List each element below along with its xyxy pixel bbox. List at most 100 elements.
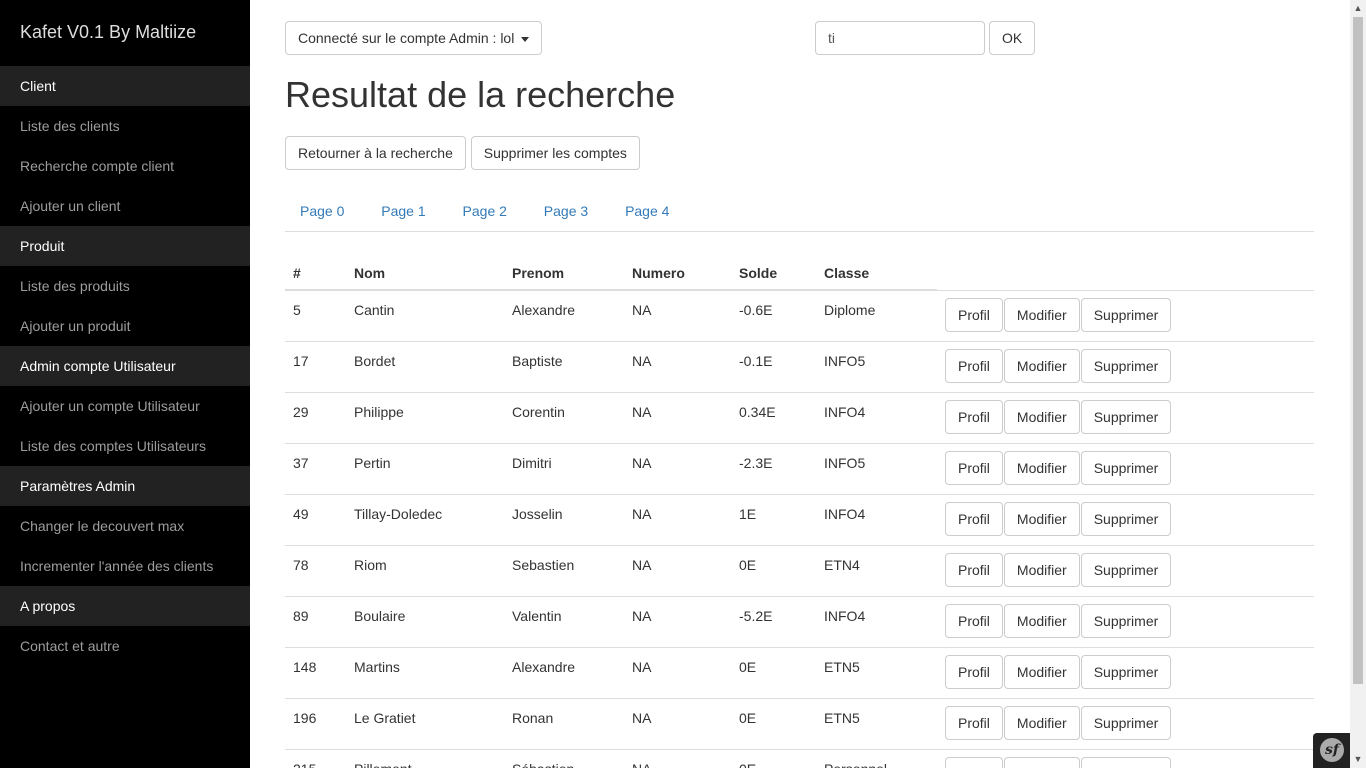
cell-id: 148 <box>285 646 346 698</box>
page-link-3[interactable]: Page 3 <box>529 192 603 230</box>
vertical-scrollbar[interactable]: ▲ ▼ <box>1350 0 1366 768</box>
supprimer-button[interactable]: Supprimer <box>1080 756 1172 768</box>
modifier-button[interactable]: Modifier <box>1003 450 1080 485</box>
cell-nom: Cantin <box>346 289 504 341</box>
caret-down-icon <box>521 36 530 42</box>
page-link-2[interactable]: Page 2 <box>448 192 522 230</box>
page-link-1[interactable]: Page 1 <box>366 192 440 230</box>
arrow-down-icon[interactable]: ▼ <box>1350 751 1366 768</box>
supprimer-button[interactable]: Supprimer <box>1080 654 1172 689</box>
row-actions: ProfilModifierSupprimer <box>937 391 1314 443</box>
account-dropdown-button[interactable]: Connecté sur le compte Admin : lol <box>285 21 543 55</box>
actions-bar: Retourner à la recherche Supprimer les c… <box>285 136 641 170</box>
table-body: 5 Cantin Alexandre NA -0.6E Diplome Profil Modi… <box>285 289 1314 768</box>
search-input[interactable] <box>815 21 985 55</box>
cell-nom: Pillement <box>346 748 504 768</box>
modifier-button[interactable]: Modifier <box>1003 399 1080 434</box>
table-row: 78 Riom Sebastien NA 0E ETN4 Profil Modifier Sup… <box>285 544 1314 596</box>
supprimer-button[interactable]: Supprimer <box>1080 399 1172 434</box>
scrollbar-thumb[interactable] <box>1353 17 1363 684</box>
sidebar-item-contact[interactable]: Contact et autre <box>0 626 250 666</box>
row-actions: ProfilModifierSupprimer <box>937 340 1314 392</box>
modifier-button[interactable]: Modifier <box>1003 501 1080 536</box>
cell-prenom: Sebastien <box>504 544 624 596</box>
profil-button[interactable]: Profil <box>945 654 1003 689</box>
cell-prenom: Valentin <box>504 595 624 647</box>
cell-numero: NA <box>624 595 731 647</box>
modifier-button[interactable]: Modifier <box>1003 705 1080 740</box>
supprimer-button[interactable]: Supprimer <box>1080 552 1172 587</box>
sidebar-item-ajouter-client[interactable]: Ajouter un client <box>0 186 250 226</box>
profil-button[interactable]: Profil <box>945 399 1003 434</box>
sidebar-item-incrementer-annee[interactable]: Incrementer l'année des clients <box>0 546 250 586</box>
supprimer-button[interactable]: Supprimer <box>1080 705 1172 740</box>
modifier-button[interactable]: Modifier <box>1003 654 1080 689</box>
cell-solde: 0E <box>731 748 816 768</box>
cell-solde: -0.6E <box>731 289 816 341</box>
table-row: 196 Le Gratiet Ronan NA 0E ETN5 Profil Modifier… <box>285 697 1314 749</box>
symfony-toolbar-toggle[interactable]: sf <box>1313 733 1350 768</box>
sidebar-item-recherche-client[interactable]: Recherche compte client <box>0 146 250 186</box>
cell-solde: 1E <box>731 493 816 545</box>
table-row: 5 Cantin Alexandre NA -0.6E Diplome Profil Modi… <box>285 289 1314 341</box>
sidebar-item-decouvert-max[interactable]: Changer le decouvert max <box>0 506 250 546</box>
delete-accounts-button[interactable]: Supprimer les comptes <box>470 136 640 170</box>
supprimer-button[interactable]: Supprimer <box>1080 501 1172 536</box>
sidebar-section-admin-compte: Admin compte Utilisateur <box>0 346 250 386</box>
modifier-button[interactable]: Modifier <box>1003 603 1080 638</box>
cell-prenom: Baptiste <box>504 340 624 392</box>
supprimer-button[interactable]: Supprimer <box>1080 450 1172 485</box>
cell-nom: Pertin <box>346 442 504 494</box>
cell-nom: Tillay-Doledec <box>346 493 504 545</box>
modifier-button[interactable]: Modifier <box>1003 348 1080 383</box>
cell-classe: INFO5 <box>816 340 937 392</box>
profil-button[interactable]: Profil <box>945 297 1003 332</box>
modifier-button[interactable]: Modifier <box>1003 552 1080 587</box>
profil-button[interactable]: Profil <box>945 705 1003 740</box>
cell-id: 17 <box>285 340 346 392</box>
sidebar-item-liste-comptes[interactable]: Liste des comptes Utilisateurs <box>0 426 250 466</box>
cell-id: 215 <box>285 748 346 768</box>
cell-numero: NA <box>624 493 731 545</box>
cell-nom: Le Gratiet <box>346 697 504 749</box>
app-brand[interactable]: Kafet V0.1 By Maltiize <box>0 0 250 66</box>
page-link-4[interactable]: Page 4 <box>610 192 684 230</box>
column-header-id: # <box>285 254 346 291</box>
cell-numero: NA <box>624 391 731 443</box>
sidebar-section-parametres: Paramètres Admin <box>0 466 250 506</box>
cell-prenom: Sébastien <box>504 748 624 768</box>
cell-solde: 0E <box>731 544 816 596</box>
cell-nom: Philippe <box>346 391 504 443</box>
arrow-up-icon[interactable]: ▲ <box>1350 0 1366 17</box>
cell-classe: INFO4 <box>816 595 937 647</box>
cell-classe: Personnel <box>816 748 937 768</box>
modifier-button[interactable]: Modifier <box>1003 756 1080 768</box>
profil-button[interactable]: Profil <box>945 603 1003 638</box>
cell-solde: -2.3E <box>731 442 816 494</box>
supprimer-button[interactable]: Supprimer <box>1080 297 1172 332</box>
sidebar-item-ajouter-produit[interactable]: Ajouter un produit <box>0 306 250 346</box>
sidebar-item-liste-produits[interactable]: Liste des produits <box>0 266 250 306</box>
profil-button[interactable]: Profil <box>945 450 1003 485</box>
cell-classe: ETN5 <box>816 697 937 749</box>
cell-nom: Riom <box>346 544 504 596</box>
search-ok-button[interactable]: OK <box>989 21 1036 55</box>
cell-solde: 0E <box>731 697 816 749</box>
modifier-button[interactable]: Modifier <box>1003 297 1080 332</box>
row-actions: ProfilModifierSupprimer <box>937 646 1314 698</box>
back-to-search-button[interactable]: Retourner à la recherche <box>285 136 466 170</box>
sidebar-item-ajouter-compte[interactable]: Ajouter un compte Utilisateur <box>0 386 250 426</box>
cell-id: 5 <box>285 289 346 341</box>
sidebar-section-produit: Produit <box>0 226 250 266</box>
page-link-0[interactable]: Page 0 <box>285 192 359 230</box>
sidebar-item-liste-clients[interactable]: Liste des clients <box>0 106 250 146</box>
pagination: Page 0 Page 1 Page 2 Page 3 Page 4 <box>285 192 1314 232</box>
profil-button[interactable]: Profil <box>945 756 1003 768</box>
cell-prenom: Alexandre <box>504 646 624 698</box>
profil-button[interactable]: Profil <box>945 348 1003 383</box>
cell-prenom: Corentin <box>504 391 624 443</box>
profil-button[interactable]: Profil <box>945 501 1003 536</box>
supprimer-button[interactable]: Supprimer <box>1080 348 1172 383</box>
supprimer-button[interactable]: Supprimer <box>1080 603 1172 638</box>
profil-button[interactable]: Profil <box>945 552 1003 587</box>
